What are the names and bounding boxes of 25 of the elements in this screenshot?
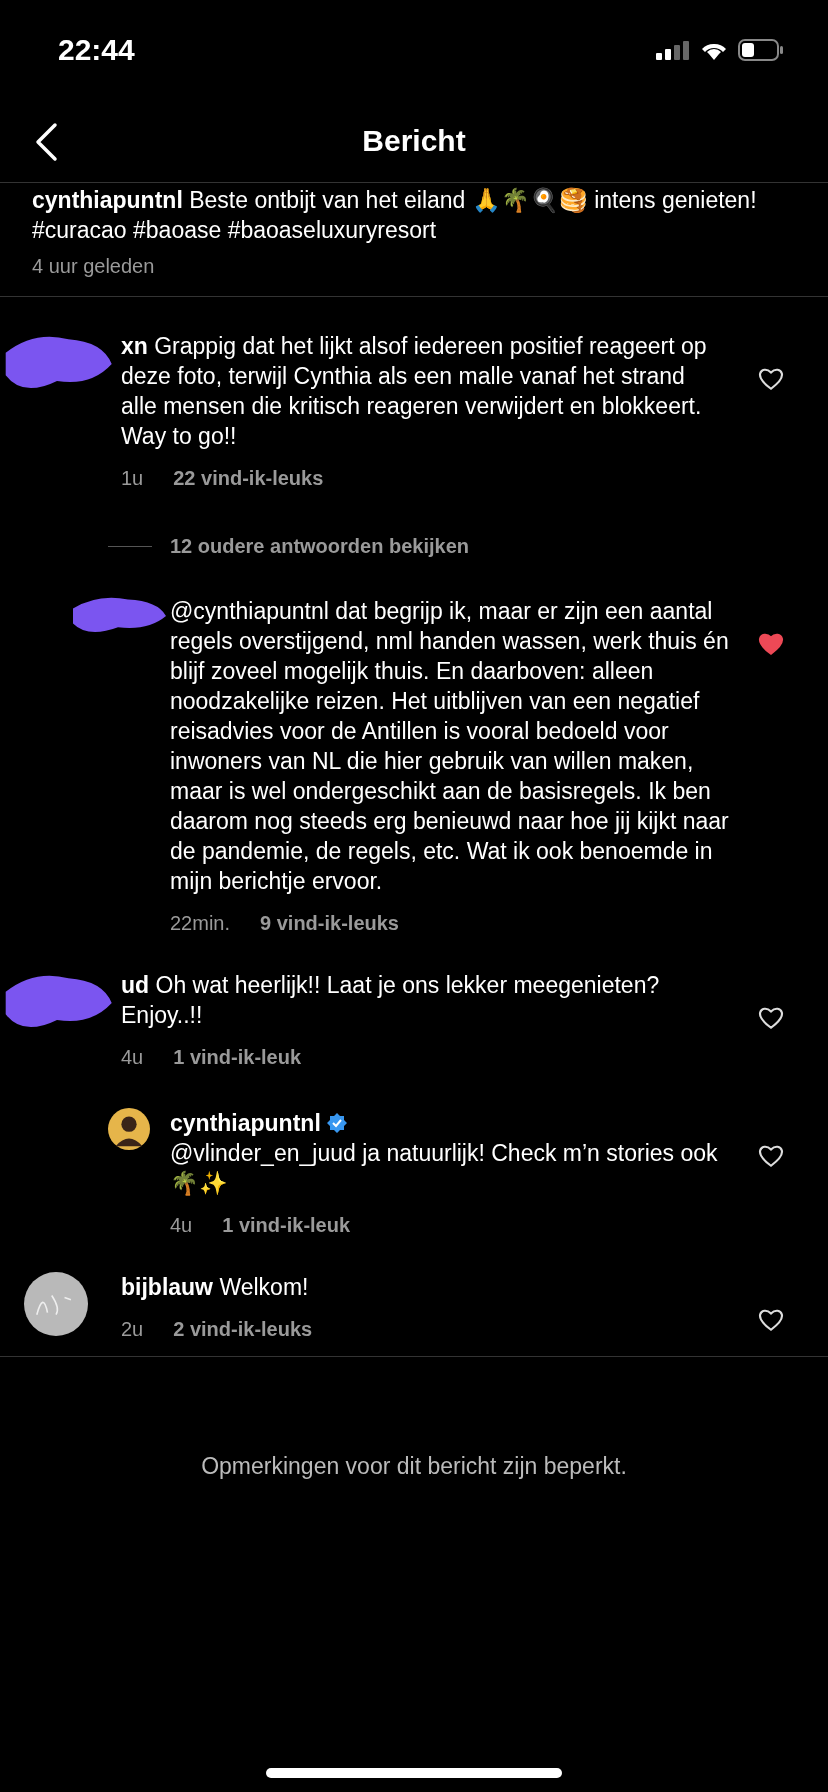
logo-avatar[interactable]	[24, 1272, 88, 1336]
caption-text: cynthiapuntnl Beste ontbijt van het eiland 🙏🌴🍳🥞 intens genieten! #curacao #baoase #baoaseluxuryresort	[32, 186, 758, 245]
comment-text: @vlinder_en_juud ja natuurlijk! Check m’n stories ook 🌴✨	[170, 1139, 719, 1198]
comments-limited-notice: Opmerkingen voor dit bericht zijn beperkt.	[201, 1453, 627, 1479]
header-title: Bericht	[362, 124, 466, 158]
comment-text: ud Oh wat heerlijk!! Laat je ons lekker meegenieten? Enjoy..!!	[121, 971, 661, 1030]
comment-time: 4u	[170, 1213, 193, 1238]
comment-text: @cynthiapuntnl dat begrijp ik, maar er zijn een aantal regels overstijgend, nml handen wassen, werk thuis én blijf zoveel mogelijk thuis. En daarboven: alleen noodzakelijke reizen. Het uitblijven van een negatief reisadvies voor de Antillen is vooral bedoeld voor inwoners van NL die hier gebruik van willen maken, maar is wel ondergeschikt aan de basisregels. Ik ben daarom nog steeds erg benieuwd naar hoe jij kijkt naar de pandemie, de regels, etc. Wat ik ook benoemde in mijn berichtje ervoor.	[170, 597, 730, 896]
view-replies-button[interactable]: 12 oudere antwoorden bekijken	[170, 535, 469, 558]
likes-count[interactable]: 22 vind-ik-leuks	[173, 465, 324, 491]
likes-count[interactable]: 1 vind-ik-leuk	[173, 1044, 302, 1070]
comment-time: 4u	[121, 1045, 144, 1070]
signal-icon	[656, 40, 690, 60]
comment-time: 22min.	[170, 911, 231, 936]
comment-username[interactable]: cynthiapuntnl	[170, 1109, 321, 1137]
battery-icon	[738, 39, 784, 61]
likes-count[interactable]: 1 vind-ik-leuk	[222, 1212, 351, 1238]
likes-count[interactable]: 9 vind-ik-leuks	[260, 910, 399, 936]
comment-time: 1u	[121, 466, 144, 491]
status-time: 22:44	[58, 33, 135, 67]
comment-time: 2u	[121, 1317, 144, 1342]
caption-time: 4 uur geleden	[32, 255, 156, 278]
likes-count[interactable]: 2 vind-ik-leuks	[173, 1316, 313, 1342]
comment-text: bijblauw Welkom!	[121, 1273, 310, 1302]
comment-text: xn Grappig dat het lijkt alsof iedereen positief reageert op deze foto, terwijl Cynthia als een malle vanaf het strand alle mensen die kritisch reageren verwijdert en blokkeert. Way to go!!	[121, 332, 708, 451]
